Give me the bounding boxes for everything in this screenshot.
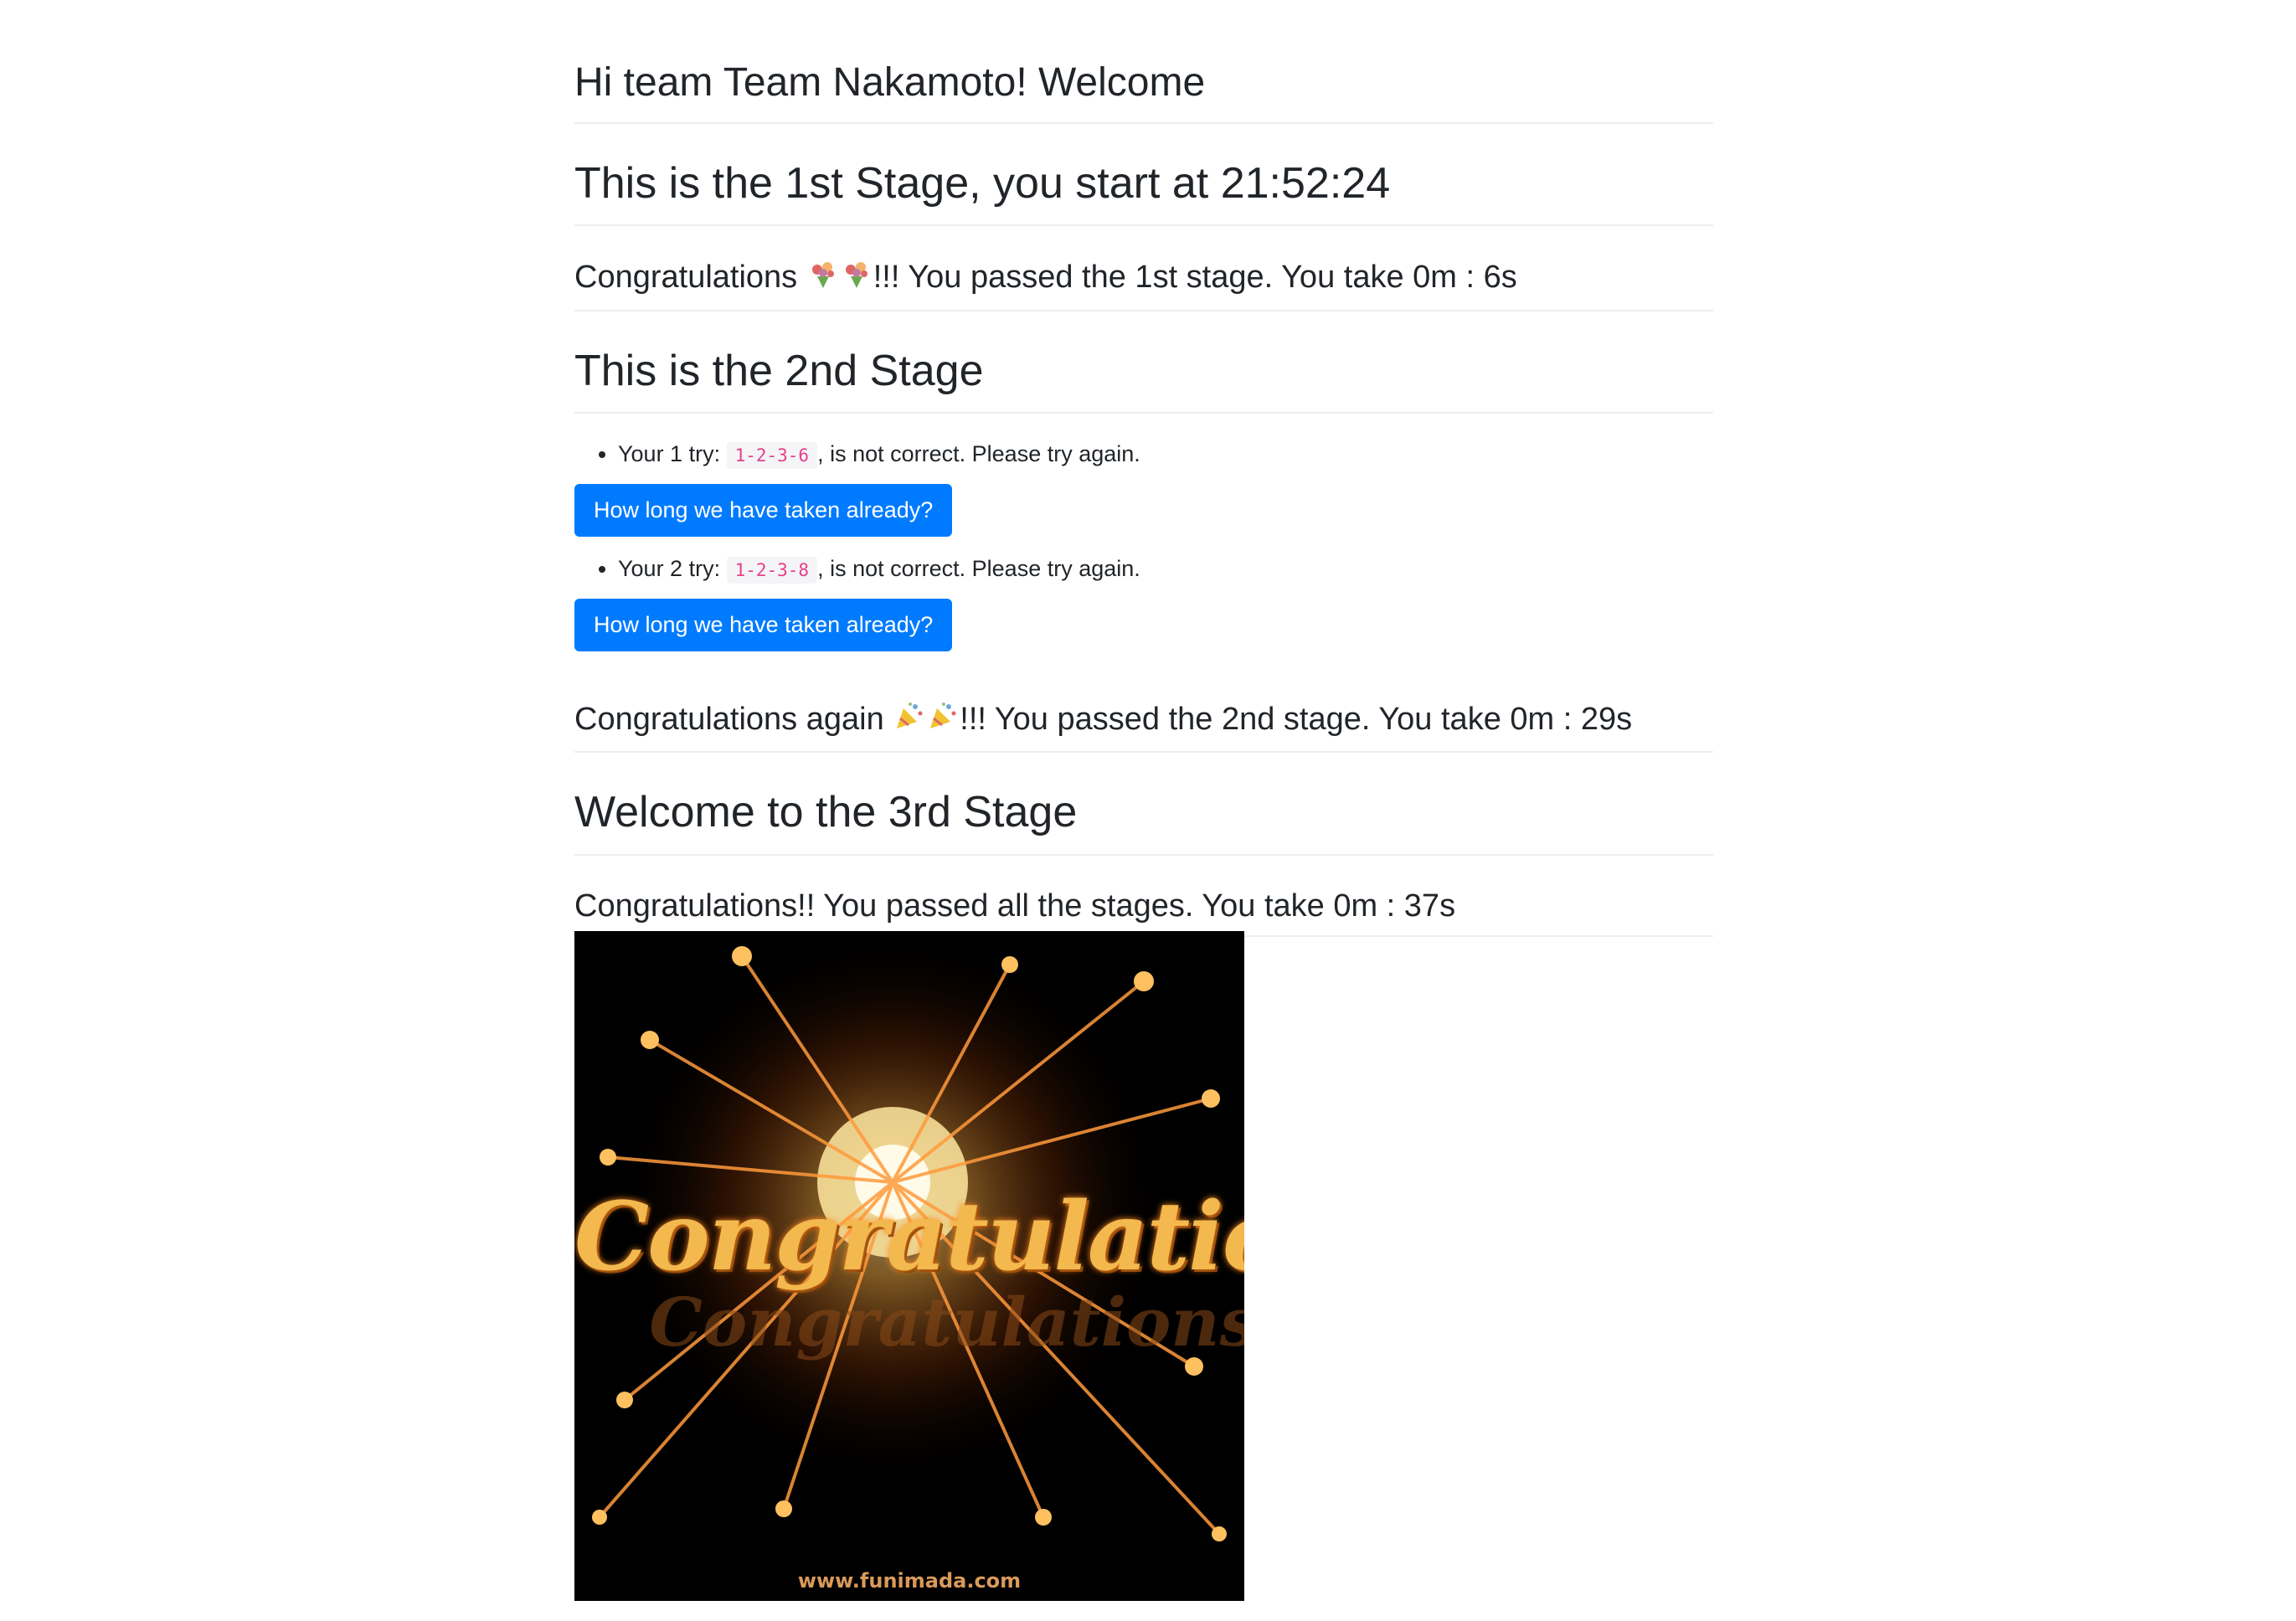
stage1-congrats-prefix: Congratulations [574,259,806,295]
image-caption-echo: Congratulations! [649,1283,1244,1361]
stage2-congrats-suffix: !!! You passed the 2nd stage. You take 0… [960,701,1633,737]
party-popper-icon [893,700,925,742]
time-taken-button[interactable]: How long we have taken already? [574,484,953,537]
list-item: Your 1 try: 1-2-3-6, is not correct. Ple… [618,437,1713,471]
bouquet-icon [807,258,839,300]
time-taken-button[interactable]: How long we have taken already? [574,599,953,651]
greeting-heading: Hi team Team Nakamoto! Welcome [574,0,1713,124]
stage3-title: Welcome to the 3rd Stage [574,753,1713,856]
try-code: 1-2-3-8 [726,556,818,584]
final-congrats: Congratulations!! You passed all the sta… [574,856,1713,938]
congratulations-image: Congratulations! Congratulations! www.fu… [574,931,1244,1601]
stage1-title: This is the 1st Stage, you start at 21:5… [574,124,1713,226]
main-container: Hi team Team Nakamoto! Welcome This is t… [574,0,1713,938]
try-list: Your 1 try: 1-2-3-6, is not correct. Ple… [574,437,1713,471]
stage2-congrats-prefix: Congratulations again [574,701,893,737]
image-watermark: www.funimada.com [797,1569,1022,1593]
try-code: 1-2-3-6 [726,441,818,469]
stage2-title: This is the 2nd Stage [574,311,1713,414]
list-item: Your 2 try: 1-2-3-8, is not correct. Ple… [618,552,1713,586]
try-list: Your 2 try: 1-2-3-8, is not correct. Ple… [574,552,1713,586]
stage2-congrats: Congratulations again !!! You passed the… [574,666,1713,754]
try-suffix: , is not correct. Please try again. [817,555,1140,581]
try-prefix: Your 2 try: [618,555,727,581]
try-prefix: Your 1 try: [618,440,727,466]
party-popper-icon [927,700,959,742]
bouquet-icon [841,258,873,300]
stage1-congrats: Congratulations !!! You passed the 1st s… [574,226,1713,311]
stage1-congrats-suffix: !!! You passed the 1st stage. You take 0… [873,259,1517,295]
try-suffix: , is not correct. Please try again. [817,440,1140,466]
image-caption-text: Congratulations! [574,1182,1244,1292]
